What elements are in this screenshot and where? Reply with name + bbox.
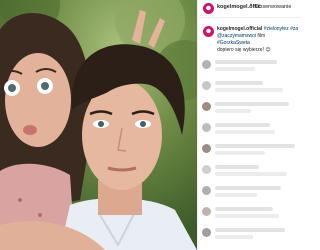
post-photo-illustration [0,0,197,250]
comment-item[interactable] [202,142,299,159]
comment-text-placeholder [215,81,263,85]
comment-avatar[interactable] [202,144,211,153]
comment-text-placeholder [215,130,275,134]
comment-text-placeholder [215,123,270,127]
caption-mention[interactable]: @zaczymamswoi [217,33,256,39]
comments-list [202,58,299,244]
caption-emoji: 😊 [265,47,271,53]
comment-text-placeholder [215,228,285,232]
post-photo[interactable] [0,0,197,250]
comment-text-placeholder [215,186,281,190]
comment-item[interactable] [202,205,299,222]
comment-item[interactable] [202,79,299,96]
comment-item[interactable] [202,226,299,243]
comment-text-placeholder [215,214,279,218]
comment-avatar[interactable] [202,81,211,90]
comment-text-placeholder [215,207,273,211]
comment-avatar[interactable] [202,207,211,216]
comment-avatar[interactable] [202,102,211,111]
comment-item[interactable] [202,184,299,201]
comment-avatar[interactable] [202,123,211,132]
caption-hashtag-2[interactable]: #GorzkaSweta [217,40,250,46]
caption-username[interactable]: kogelmogel.official [217,26,262,32]
comment-item[interactable] [202,58,299,75]
following-button[interactable]: Obserwowanie [255,4,291,10]
post-caption: kogelmogel.official #zielonytez #za @zac… [217,26,299,54]
comment-text-placeholder [215,165,259,169]
post-sidebar: kogelmogel.offic • Obserwowanie kogelmog… [197,0,301,250]
comment-avatar[interactable] [202,228,211,237]
comment-text-placeholder [215,67,255,71]
comment-text-placeholder [215,88,283,92]
comment-avatar[interactable] [202,165,211,174]
comment-text-placeholder [215,60,277,64]
header-separator: • [250,3,253,9]
comment-text-placeholder [215,235,253,239]
comment-text-placeholder [215,144,295,148]
caption-hashtag-1[interactable]: #zielonytez #za [264,26,298,32]
profile-avatar[interactable] [203,3,214,14]
comment-avatar[interactable] [202,186,211,195]
comment-text-placeholder [215,193,257,197]
caption-avatar[interactable] [203,26,214,37]
caption-film-word: film [257,33,266,39]
post-header: kogelmogel.offic • Obserwowanie [198,0,301,18]
comment-text-placeholder [215,172,287,176]
comment-avatar[interactable] [202,60,211,69]
comment-text-placeholder [215,151,265,155]
comment-text-placeholder [215,109,251,113]
comment-item[interactable] [202,121,299,138]
comment-item[interactable] [202,100,299,117]
comment-item[interactable] [202,163,299,180]
comment-text-placeholder [215,102,289,106]
caption-line-3: dopiero się wybierze! [217,47,264,53]
